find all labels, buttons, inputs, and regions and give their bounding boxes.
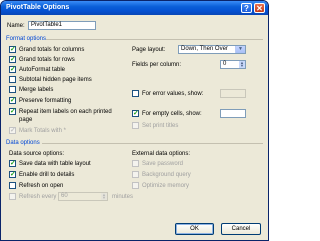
name-label: Name: [7, 23, 25, 29]
empty-cells-input[interactable] [220, 109, 246, 118]
spinner-arrows-icon[interactable]: ▲ ▼ [101, 193, 107, 200]
save-data-checkbox[interactable] [9, 159, 16, 167]
background-query-label: Background query [142, 172, 191, 178]
repeat-item-labels-label: Repeat item labels on each printed [19, 109, 112, 115]
save-data-label: Save data with table layout [19, 161, 91, 167]
page-layout-value: Down, Then Over [181, 46, 228, 52]
refresh-every-value: 60 [61, 193, 68, 199]
save-password-checkbox[interactable] [132, 160, 139, 167]
external-data-heading: External data options: [132, 151, 191, 157]
page-layout-label: Page layout: [132, 47, 166, 53]
mark-totals-checkbox[interactable] [9, 126, 16, 134]
data-options-divider [42, 143, 263, 144]
ok-button[interactable]: OK [175, 223, 214, 235]
help-button[interactable]: ? [241, 3, 252, 13]
enable-drill-label: Enable drill to details [19, 172, 75, 178]
set-print-titles-checkbox[interactable] [132, 122, 139, 129]
fields-per-column-value: 0 [223, 61, 227, 67]
repeat-item-labels-label-line2: page [19, 117, 33, 123]
grand-totals-rows-label: Grand totals for rows [19, 57, 75, 63]
autoformat-table-checkbox[interactable] [9, 65, 16, 73]
subtotal-hidden-checkbox[interactable] [9, 76, 16, 83]
optimize-memory-label: Optimize memory [142, 183, 190, 189]
preserve-formatting-label: Preserve formatting [19, 98, 72, 104]
subtotal-hidden-label: Subtotal hidden page items [19, 77, 92, 83]
merge-labels-checkbox[interactable] [9, 86, 16, 93]
empty-cells-checkbox[interactable] [132, 109, 139, 117]
window-title: PivotTable Options [6, 4, 70, 11]
background-query-checkbox[interactable] [132, 171, 139, 178]
fields-per-column-label: Fields per column: [132, 62, 182, 68]
refresh-every-stepper[interactable]: 60 ▲ ▼ [58, 192, 108, 201]
refresh-on-open-checkbox[interactable] [9, 182, 16, 189]
error-values-input[interactable] [220, 89, 246, 98]
error-values-checkbox[interactable] [132, 90, 139, 97]
close-icon: ✕ [256, 4, 263, 13]
data-options-heading: Data options [6, 140, 40, 146]
spinner-arrows-icon[interactable]: ▲ ▼ [239, 61, 245, 68]
empty-cells-label: For empty cells, show: [142, 111, 202, 117]
autoformat-table-label: AutoFormat table [19, 67, 66, 73]
fields-per-column-stepper[interactable]: 0 ▲ ▼ [220, 60, 246, 69]
error-values-label: For error values, show: [142, 91, 204, 97]
help-icon: ? [244, 4, 249, 13]
enable-drill-checkbox[interactable] [9, 170, 16, 178]
preserve-formatting-checkbox[interactable] [9, 96, 16, 104]
grand-totals-columns-label: Grand totals for columns [19, 47, 85, 53]
repeat-item-labels-checkbox[interactable] [9, 107, 16, 115]
data-source-heading: Data source options: [9, 151, 65, 157]
close-button[interactable]: ✕ [254, 3, 265, 13]
cancel-button[interactable]: Cancel [221, 223, 261, 235]
save-password-label: Save password [142, 161, 184, 167]
mark-totals-label: Mark Totals with * [19, 128, 66, 134]
title-bar[interactable]: PivotTable Options ? ✕ [1, 1, 268, 15]
format-options-divider [46, 39, 263, 40]
refresh-every-checkbox[interactable] [9, 193, 16, 200]
chevron-down-icon[interactable]: ▼ [235, 46, 245, 53]
page-layout-select[interactable]: Down, Then Over ▼ [178, 45, 246, 54]
name-value: PivotTable1 [31, 22, 63, 28]
grand-totals-columns-checkbox[interactable] [9, 45, 16, 53]
refresh-every-unit: minutes [112, 194, 134, 200]
refresh-every-label: Refresh every [19, 194, 57, 200]
merge-labels-label: Merge labels [19, 87, 54, 93]
name-input[interactable]: PivotTable1 [28, 21, 96, 30]
grand-totals-rows-checkbox[interactable] [9, 55, 16, 63]
set-print-titles-label: Set print titles [142, 123, 179, 129]
optimize-memory-checkbox[interactable] [132, 182, 139, 189]
refresh-on-open-label: Refresh on open [19, 183, 64, 189]
format-options-heading: Format options [6, 36, 47, 42]
pivottable-options-dialog: PivotTable Options ? ✕ Name: PivotTable1… [0, 0, 269, 241]
